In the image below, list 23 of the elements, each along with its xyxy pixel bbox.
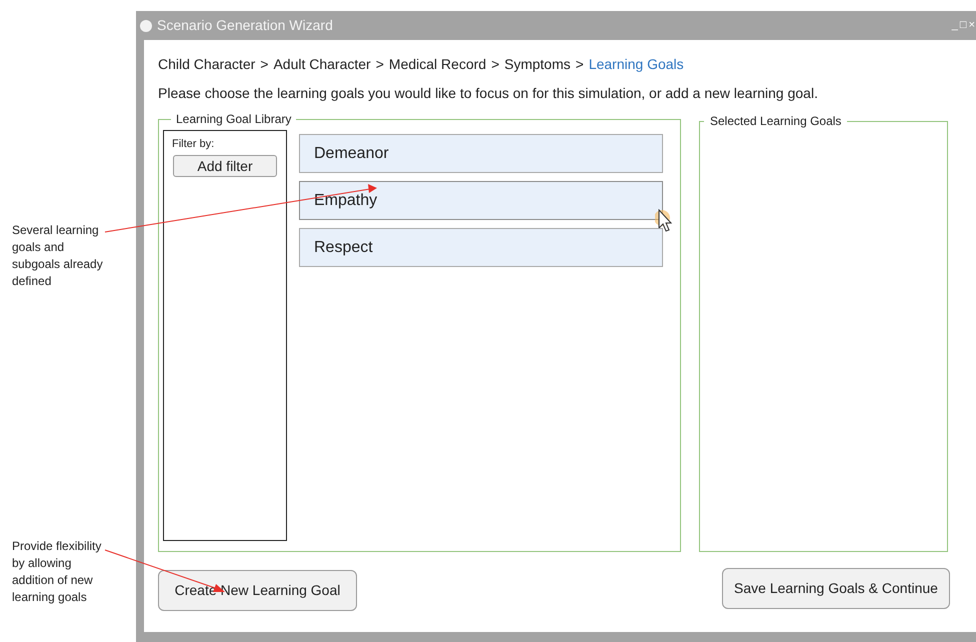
goal-item[interactable]: Demeanor <box>299 134 663 173</box>
window-icon <box>140 20 152 32</box>
breadcrumb-item[interactable]: Learning Goals <box>588 54 684 75</box>
breadcrumb-item[interactable]: Medical Record <box>388 54 486 75</box>
breadcrumb-separator: > <box>376 55 384 74</box>
annotation-text: Provide flexibility by allowing addition of new learning goals <box>12 538 102 606</box>
panel-title: Selected Learning Goals <box>709 113 842 130</box>
save-continue-button[interactable]: Save Learning Goals & Continue <box>722 568 950 609</box>
goal-item[interactable]: Respect <box>299 228 663 267</box>
annotation-text: Several learning goals and subgoals already defined <box>12 222 104 290</box>
add-filter-button[interactable]: Add filter <box>173 154 277 176</box>
breadcrumb-separator: > <box>576 55 584 74</box>
breadcrumb-item[interactable]: Adult Character <box>273 54 371 75</box>
filter-label: Filter by: <box>172 137 214 152</box>
breadcrumb-separator: > <box>260 55 268 74</box>
goal-item[interactable]: Empathy <box>299 181 663 220</box>
instruction-text: Please choose the learning goals you would like to focus on for this simulation, or add a new learning goal. <box>158 84 819 103</box>
breadcrumb-separator: > <box>491 55 500 74</box>
window-title: Scenario Generation Wizard <box>157 16 333 35</box>
breadcrumb-item[interactable]: Symptoms <box>504 54 570 75</box>
breadcrumb-item[interactable]: Child Character <box>158 54 256 75</box>
create-goal-button[interactable]: Create New Learning Goal <box>158 570 357 611</box>
panel-title: Learning Goal Library <box>175 111 292 128</box>
